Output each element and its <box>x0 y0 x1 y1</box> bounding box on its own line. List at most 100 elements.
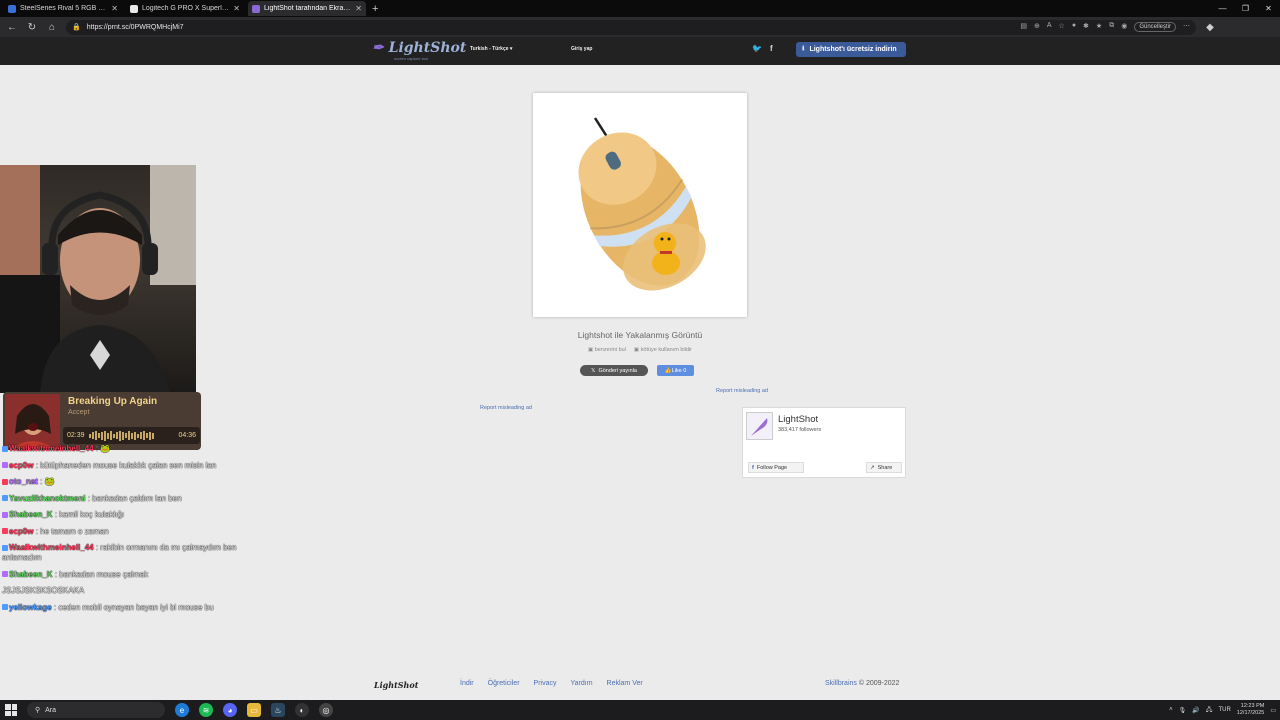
steam-icon[interactable]: ♨ <box>271 703 285 717</box>
report-abuse-link[interactable]: ▣ kötüye kullanım bildir <box>634 347 692 353</box>
chat-username[interactable]: Yavuzilkhanoktmeni <box>9 494 85 503</box>
footer-link-advertise[interactable]: Reklam Ver <box>607 680 643 687</box>
reader-icon[interactable]: ▤ <box>1020 22 1027 32</box>
fb-follow-button[interactable]: f Follow Page <box>748 462 804 473</box>
update-button[interactable]: Güncelleştir <box>1134 22 1176 32</box>
chat-username[interactable]: ecp0w <box>9 461 33 470</box>
flag-icon: ▣ <box>633 347 640 353</box>
waveform-bar <box>115 432 118 439</box>
more-menu-icon[interactable]: ⋯ <box>1183 22 1190 32</box>
microphone-icon[interactable]: 🎙 <box>1179 707 1187 714</box>
address-bar[interactable]: 🔒 https://prnt.sc/0PWRQMHcjMi7 ▤ ⊕ A ☆ ●… <box>66 19 1196 35</box>
browser-tab-1[interactable]: SteelSeries Rival 5 RGB Optik Kablolu ✕ <box>4 1 122 16</box>
chat-username[interactable]: oto_nat <box>9 477 38 486</box>
track-status: Accept <box>68 409 90 416</box>
lightshot-page-avatar[interactable] <box>746 412 773 440</box>
tweet-button[interactable]: 𝕏 Gönderi yayınla <box>580 365 648 376</box>
chat-username[interactable]: Shabeen_K <box>9 510 53 519</box>
social-links: 🐦 f <box>752 44 773 53</box>
close-window-icon[interactable]: ✕ <box>1257 0 1280 17</box>
waveform-bar <box>145 433 148 438</box>
collections-icon[interactable]: ⧉ <box>1109 22 1114 32</box>
back-arrow-icon[interactable]: ← <box>6 22 18 33</box>
waveform-bar <box>88 433 91 438</box>
find-similar-link[interactable]: ▣ benzerini bul <box>588 347 626 353</box>
chevron-up-icon[interactable]: ˄ <box>1169 707 1173 713</box>
extensions-puzzle-icon[interactable]: ✱ <box>1083 22 1089 32</box>
skillbrains-link[interactable]: Skillbrains <box>825 680 857 687</box>
footer-link-help[interactable]: Yardım <box>570 680 592 687</box>
extension-icon[interactable]: ● <box>1072 22 1076 32</box>
language-indicator[interactable]: TUR <box>1218 707 1230 713</box>
waveform-bar <box>97 433 100 438</box>
album-cover-image <box>5 394 60 448</box>
site-info-icon[interactable]: 🔒 <box>72 23 81 31</box>
report-ad-link-right[interactable]: Report misleading ad <box>716 388 768 394</box>
new-tab-button[interactable]: + <box>372 3 378 15</box>
waveform-bar <box>94 431 97 440</box>
maximize-icon[interactable]: ❐ <box>1234 0 1257 17</box>
spotify-icon[interactable]: ≋ <box>199 703 213 717</box>
facebook-icon[interactable]: f <box>770 44 773 53</box>
close-icon[interactable]: ✕ <box>233 4 240 13</box>
zoom-icon[interactable]: ⊕ <box>1034 22 1040 32</box>
favorites-icon[interactable]: ★ <box>1096 22 1102 32</box>
browser-tab-3[interactable]: LightShot tarafından Ekran Görüntüsü ✕ <box>248 1 366 16</box>
obs-icon[interactable]: ◐ <box>295 703 309 717</box>
tab-favicon-icon <box>8 4 16 13</box>
clock[interactable]: 12:23 PM 12/17/2025 <box>1237 703 1265 717</box>
search-icon: ⚲ <box>35 707 41 714</box>
footer-link-privacy[interactable]: Privacy <box>534 680 557 687</box>
fb-follower-count: 383,417 followers <box>778 427 822 433</box>
profile-icon[interactable]: ◉ <box>1121 22 1127 32</box>
fb-share-button[interactable]: ↗ Share <box>866 462 902 473</box>
footer-link-tutorials[interactable]: Öğreticiler <box>488 680 520 687</box>
chat-badge-icon <box>2 478 8 485</box>
chat-text: bankadan mouse çalmak <box>59 569 149 579</box>
chat-username[interactable]: Waalkwithmeinhell_44 <box>9 543 94 552</box>
home-icon[interactable]: ⌂ <box>46 22 58 33</box>
reload-icon[interactable]: ↻ <box>26 22 38 33</box>
browser-tab-2[interactable]: Logitech G PRO X Superlight 2 Lightspeed… <box>126 1 244 16</box>
notification-icon[interactable]: ▭ <box>1270 707 1276 714</box>
copilot-icon[interactable]: ◆ <box>1204 22 1216 33</box>
close-icon[interactable]: ✕ <box>355 4 362 13</box>
footer-link-download[interactable]: İndir <box>460 680 474 687</box>
chat-username[interactable]: ecp0w <box>9 527 33 536</box>
read-aloud-icon[interactable]: A <box>1047 22 1052 32</box>
favorite-star-icon[interactable]: ☆ <box>1059 22 1065 32</box>
lightshot-logo[interactable]: ✒ LightShot <box>372 40 466 56</box>
close-icon[interactable]: ✕ <box>111 4 118 13</box>
minimize-icon[interactable]: — <box>1211 0 1234 17</box>
facebook-like-button[interactable]: 👍 Like 0 <box>657 365 694 376</box>
discord-icon[interactable]: ◕ <box>223 703 237 717</box>
download-button[interactable]: ⭳ Lightshot'ı ücretsiz indirin <box>796 42 906 57</box>
clock-time: 12:23 PM <box>1240 703 1265 709</box>
file-explorer-icon[interactable]: ▭ <box>247 703 261 717</box>
app-icon[interactable]: ◎ <box>319 703 333 717</box>
fb-page-name[interactable]: LightShot <box>778 414 818 425</box>
footer-logo[interactable]: LightShot <box>374 680 418 690</box>
chat-message: ecp0w : he tamam o zaman <box>2 527 264 537</box>
tab-label: LightShot tarafından Ekran Görüntüsü <box>264 5 351 12</box>
screenshot-actions: ▣ benzerini bul ▣ kötüye kullanım bildir <box>560 347 720 353</box>
volume-icon[interactable]: 🔊 <box>1192 707 1199 714</box>
twitter-icon[interactable]: 🐦 <box>752 44 762 53</box>
chat-username[interactable]: Shabeen_K <box>9 570 53 579</box>
clock-date: 12/17/2025 <box>1236 710 1265 716</box>
taskbar-search[interactable]: ⚲ Ara <box>27 702 165 718</box>
stream-chat: Waalkwithmeinhell_44 : 🐸 ecp0w : kütüphan… <box>2 444 264 619</box>
screenshot-image[interactable] <box>533 93 747 317</box>
language-select[interactable]: Turkish - Türkçe ▾ <box>470 46 512 52</box>
waveform-bar <box>127 431 130 440</box>
screenshot-caption: Lightshot ile Yakalanmış Görüntü <box>577 330 703 340</box>
report-ad-link-left[interactable]: Report misleading ad <box>480 405 532 411</box>
network-icon[interactable]: 🖧 <box>1206 705 1213 715</box>
chat-username[interactable]: Waalkwithmeinhell_44 <box>9 444 94 453</box>
login-link[interactable]: Giriş yap <box>571 46 592 52</box>
chat-username[interactable]: yellowkage <box>9 603 52 612</box>
windows-start-icon[interactable] <box>5 704 17 716</box>
track-title: Breaking Up Again <box>68 396 158 407</box>
edge-browser-icon[interactable]: e <box>175 703 189 717</box>
waveform-bar <box>121 431 124 440</box>
